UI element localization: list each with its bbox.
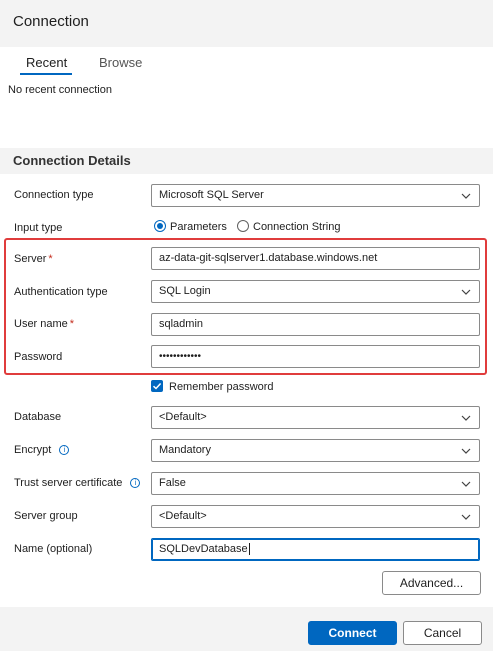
input-type-label: Input type xyxy=(14,222,63,234)
info-icon[interactable]: i xyxy=(59,445,70,456)
connection-type-select[interactable]: Microsoft SQL Server xyxy=(151,184,480,207)
encrypt-value: Mandatory xyxy=(159,444,211,456)
trust-server-certificate-select[interactable]: False xyxy=(151,472,480,495)
trust-server-certificate-label-text: Trust server certificate xyxy=(14,477,123,489)
active-tab-indicator xyxy=(20,73,72,75)
info-icon[interactable]: i xyxy=(130,478,141,489)
encrypt-label: Encrypt i xyxy=(14,444,70,456)
chevron-down-icon xyxy=(461,415,471,421)
chevron-down-icon xyxy=(461,481,471,487)
remember-password-label: Remember password xyxy=(169,381,274,393)
advanced-button[interactable]: Advanced... xyxy=(382,571,481,595)
chevron-down-icon xyxy=(461,514,471,520)
checkmark-icon xyxy=(151,380,163,393)
tab-recent[interactable]: Recent xyxy=(26,55,67,70)
server-group-label: Server group xyxy=(14,510,78,522)
cancel-button[interactable]: Cancel xyxy=(403,621,482,645)
connect-button[interactable]: Connect xyxy=(308,621,397,645)
chevron-down-icon xyxy=(461,448,471,454)
server-group-select[interactable]: <Default> xyxy=(151,505,480,528)
highlight-box xyxy=(4,238,487,375)
radio-selected-icon xyxy=(154,220,166,233)
name-optional-value: SQLDevDatabase xyxy=(159,543,248,555)
section-title: Connection Details xyxy=(13,153,131,168)
text-caret xyxy=(248,543,250,556)
radio-connection-string[interactable]: Connection String xyxy=(237,220,341,233)
remember-password-checkbox[interactable]: Remember password xyxy=(151,380,274,393)
connection-type-value: Microsoft SQL Server xyxy=(159,189,264,201)
no-recent-text: No recent connection xyxy=(8,84,112,96)
radio-connection-string-label: Connection String xyxy=(253,221,341,233)
radio-parameters[interactable]: Parameters xyxy=(154,220,227,233)
trust-server-certificate-label: Trust server certificate i xyxy=(14,477,141,489)
database-label: Database xyxy=(14,411,62,423)
database-value: <Default> xyxy=(159,411,207,423)
encrypt-label-text: Encrypt xyxy=(14,444,52,456)
encrypt-select[interactable]: Mandatory xyxy=(151,439,480,462)
server-group-value: <Default> xyxy=(159,510,207,522)
name-optional-label: Name (optional) xyxy=(14,543,93,555)
database-select[interactable]: <Default> xyxy=(151,406,480,429)
tab-browse[interactable]: Browse xyxy=(99,55,142,70)
radio-unselected-icon xyxy=(237,220,249,233)
radio-parameters-label: Parameters xyxy=(170,221,227,233)
trust-server-certificate-value: False xyxy=(159,477,186,489)
dialog-title: Connection xyxy=(13,13,89,30)
connection-type-label: Connection type xyxy=(14,189,94,201)
name-optional-input[interactable]: SQLDevDatabase xyxy=(151,538,480,561)
chevron-down-icon xyxy=(461,193,471,199)
